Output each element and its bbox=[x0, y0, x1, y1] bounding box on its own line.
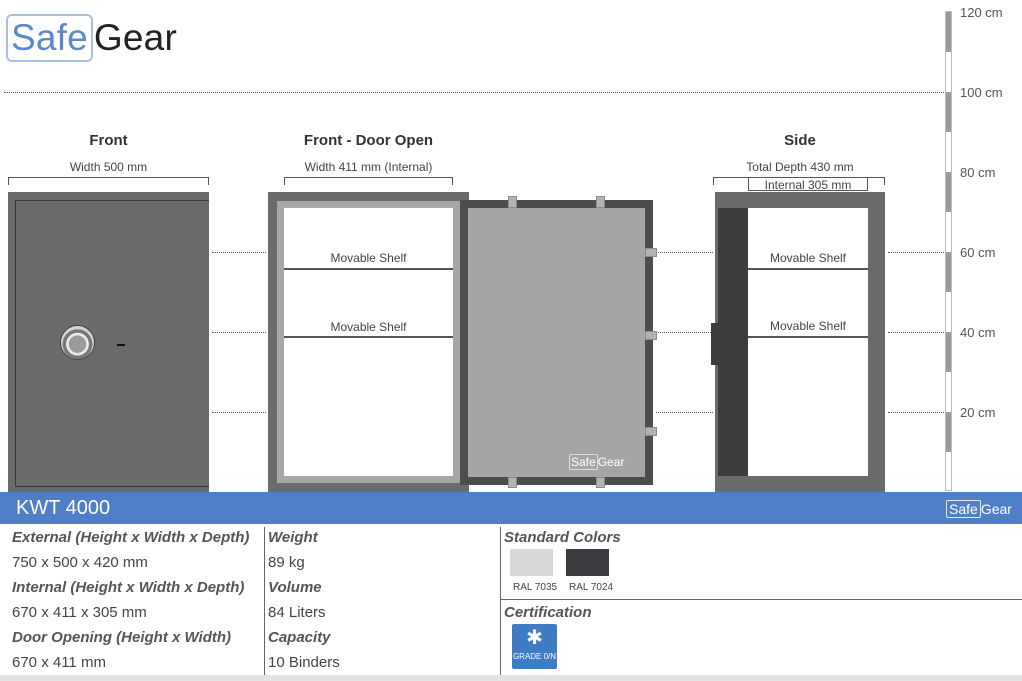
guide-line-40c bbox=[888, 332, 944, 333]
safe-open-interior bbox=[284, 208, 453, 476]
door-bolt-top-2 bbox=[596, 196, 605, 208]
brand-logo: Safe Gear bbox=[6, 14, 177, 62]
scale-label-100: 100 cm bbox=[960, 85, 1003, 100]
model-name: KWT 4000 bbox=[16, 497, 111, 519]
header-logo-gear: Gear bbox=[980, 501, 1012, 517]
header-brand-logo: Safe Gear bbox=[946, 500, 1012, 518]
spec-internal-label: Internal (Height x Width x Depth) bbox=[12, 579, 245, 596]
guide-line-60a bbox=[212, 252, 266, 253]
door-bolt-side-3 bbox=[645, 427, 657, 436]
spec-capacity-label: Capacity bbox=[268, 629, 331, 646]
open-width-bracket bbox=[284, 177, 453, 185]
spec-internal-value: 670 x 411 x 305 mm bbox=[12, 604, 147, 621]
front-view-title: Front bbox=[89, 132, 128, 149]
safe-side-interior bbox=[748, 208, 868, 476]
shelf-open-2 bbox=[284, 336, 453, 338]
spec-door-label: Door Opening (Height x Width) bbox=[12, 629, 232, 646]
certification-title: Certification bbox=[504, 604, 592, 621]
shelf-side-1 bbox=[748, 268, 868, 270]
color-swatch-ral-7035 bbox=[510, 549, 553, 576]
spec-door-value: 670 x 411 mm bbox=[12, 654, 106, 671]
spec-weight-label: Weight bbox=[268, 529, 318, 546]
scale-label-80: 80 cm bbox=[960, 165, 996, 180]
header-logo-safe: Safe bbox=[946, 500, 981, 518]
open-width-label: Width 411 mm (Internal) bbox=[304, 160, 433, 174]
door-bolt-bottom-2 bbox=[596, 477, 605, 488]
front-width-bracket bbox=[8, 177, 209, 185]
scale-label-20: 20 cm bbox=[960, 405, 996, 420]
running-person-icon: ✱ bbox=[526, 627, 543, 649]
color-label-ral-7024: RAL 7024 bbox=[569, 582, 614, 593]
shelf-label-open-1: Movable Shelf bbox=[330, 251, 407, 265]
certification-badge-text: GRADE 0/N bbox=[512, 652, 557, 661]
side-view-title: Side bbox=[784, 132, 816, 149]
keyhole-mark bbox=[117, 344, 125, 346]
spec-volume-label: Volume bbox=[268, 579, 322, 596]
shelf-label-side-2: Movable Shelf bbox=[769, 319, 847, 333]
spec-external-label: External (Height x Width x Depth) bbox=[12, 529, 250, 546]
scale-label-40: 40 cm bbox=[960, 325, 996, 340]
color-label-ral-7035: RAL 7035 bbox=[513, 582, 558, 593]
shelf-side-2 bbox=[748, 336, 868, 338]
side-depth-label: Total Depth 430 mm bbox=[746, 160, 854, 174]
door-logo-safe: Safe bbox=[569, 454, 598, 470]
door-brand-logo: Safe Gear bbox=[569, 454, 625, 470]
door-bolt-bottom-1 bbox=[508, 477, 517, 488]
scale-label-60: 60 cm bbox=[960, 245, 996, 260]
spec-capacity-value: 10 Binders bbox=[268, 654, 340, 671]
front-width-label: Width 500 mm bbox=[69, 160, 148, 174]
guide-line-20b bbox=[656, 412, 713, 413]
shelf-open-1 bbox=[284, 268, 453, 270]
spec-external-value: 750 x 500 x 420 mm bbox=[12, 554, 148, 571]
bottom-strip bbox=[0, 675, 1022, 681]
guide-line-60b bbox=[656, 252, 713, 253]
shelf-label-open-2: Movable Shelf bbox=[330, 320, 407, 334]
guide-line-40b bbox=[656, 332, 713, 333]
model-header-bar bbox=[0, 492, 1022, 524]
door-logo-gear: Gear bbox=[597, 455, 625, 469]
lock-knob-icon bbox=[60, 325, 95, 360]
door-bolt-side-1 bbox=[645, 248, 657, 257]
brand-logo-gear: Gear bbox=[93, 17, 177, 58]
colors-title: Standard Colors bbox=[504, 529, 621, 546]
guide-line-20a bbox=[212, 412, 266, 413]
guide-line-20c bbox=[888, 412, 944, 413]
shelf-label-side-1: Movable Shelf bbox=[769, 251, 847, 265]
safe-door-panel bbox=[468, 208, 645, 477]
spec-weight-value: 89 kg bbox=[268, 554, 305, 571]
safe-side-door bbox=[718, 208, 748, 476]
scale-label-120: 120 cm bbox=[960, 5, 1003, 20]
height-scale bbox=[945, 11, 952, 491]
guide-line-100 bbox=[4, 92, 944, 93]
safe-front-door bbox=[15, 200, 209, 487]
safe-side-handle bbox=[711, 323, 719, 365]
spec-divider-2 bbox=[500, 527, 501, 675]
guide-line-60c bbox=[888, 252, 944, 253]
brand-logo-safe: Safe bbox=[6, 14, 93, 62]
spec-divider-3 bbox=[500, 599, 1022, 600]
open-view-title: Front - Door Open bbox=[303, 132, 434, 149]
spec-volume-value: 84 Liters bbox=[268, 604, 326, 621]
spec-divider-1 bbox=[264, 527, 265, 675]
side-internal-bracket bbox=[748, 177, 868, 191]
color-swatch-ral-7024 bbox=[566, 549, 609, 576]
certification-badge: ✱ GRADE 0/N bbox=[512, 624, 557, 669]
door-bolt-side-2 bbox=[645, 331, 657, 340]
guide-line-40a bbox=[212, 332, 266, 333]
door-bolt-top-1 bbox=[508, 196, 517, 208]
